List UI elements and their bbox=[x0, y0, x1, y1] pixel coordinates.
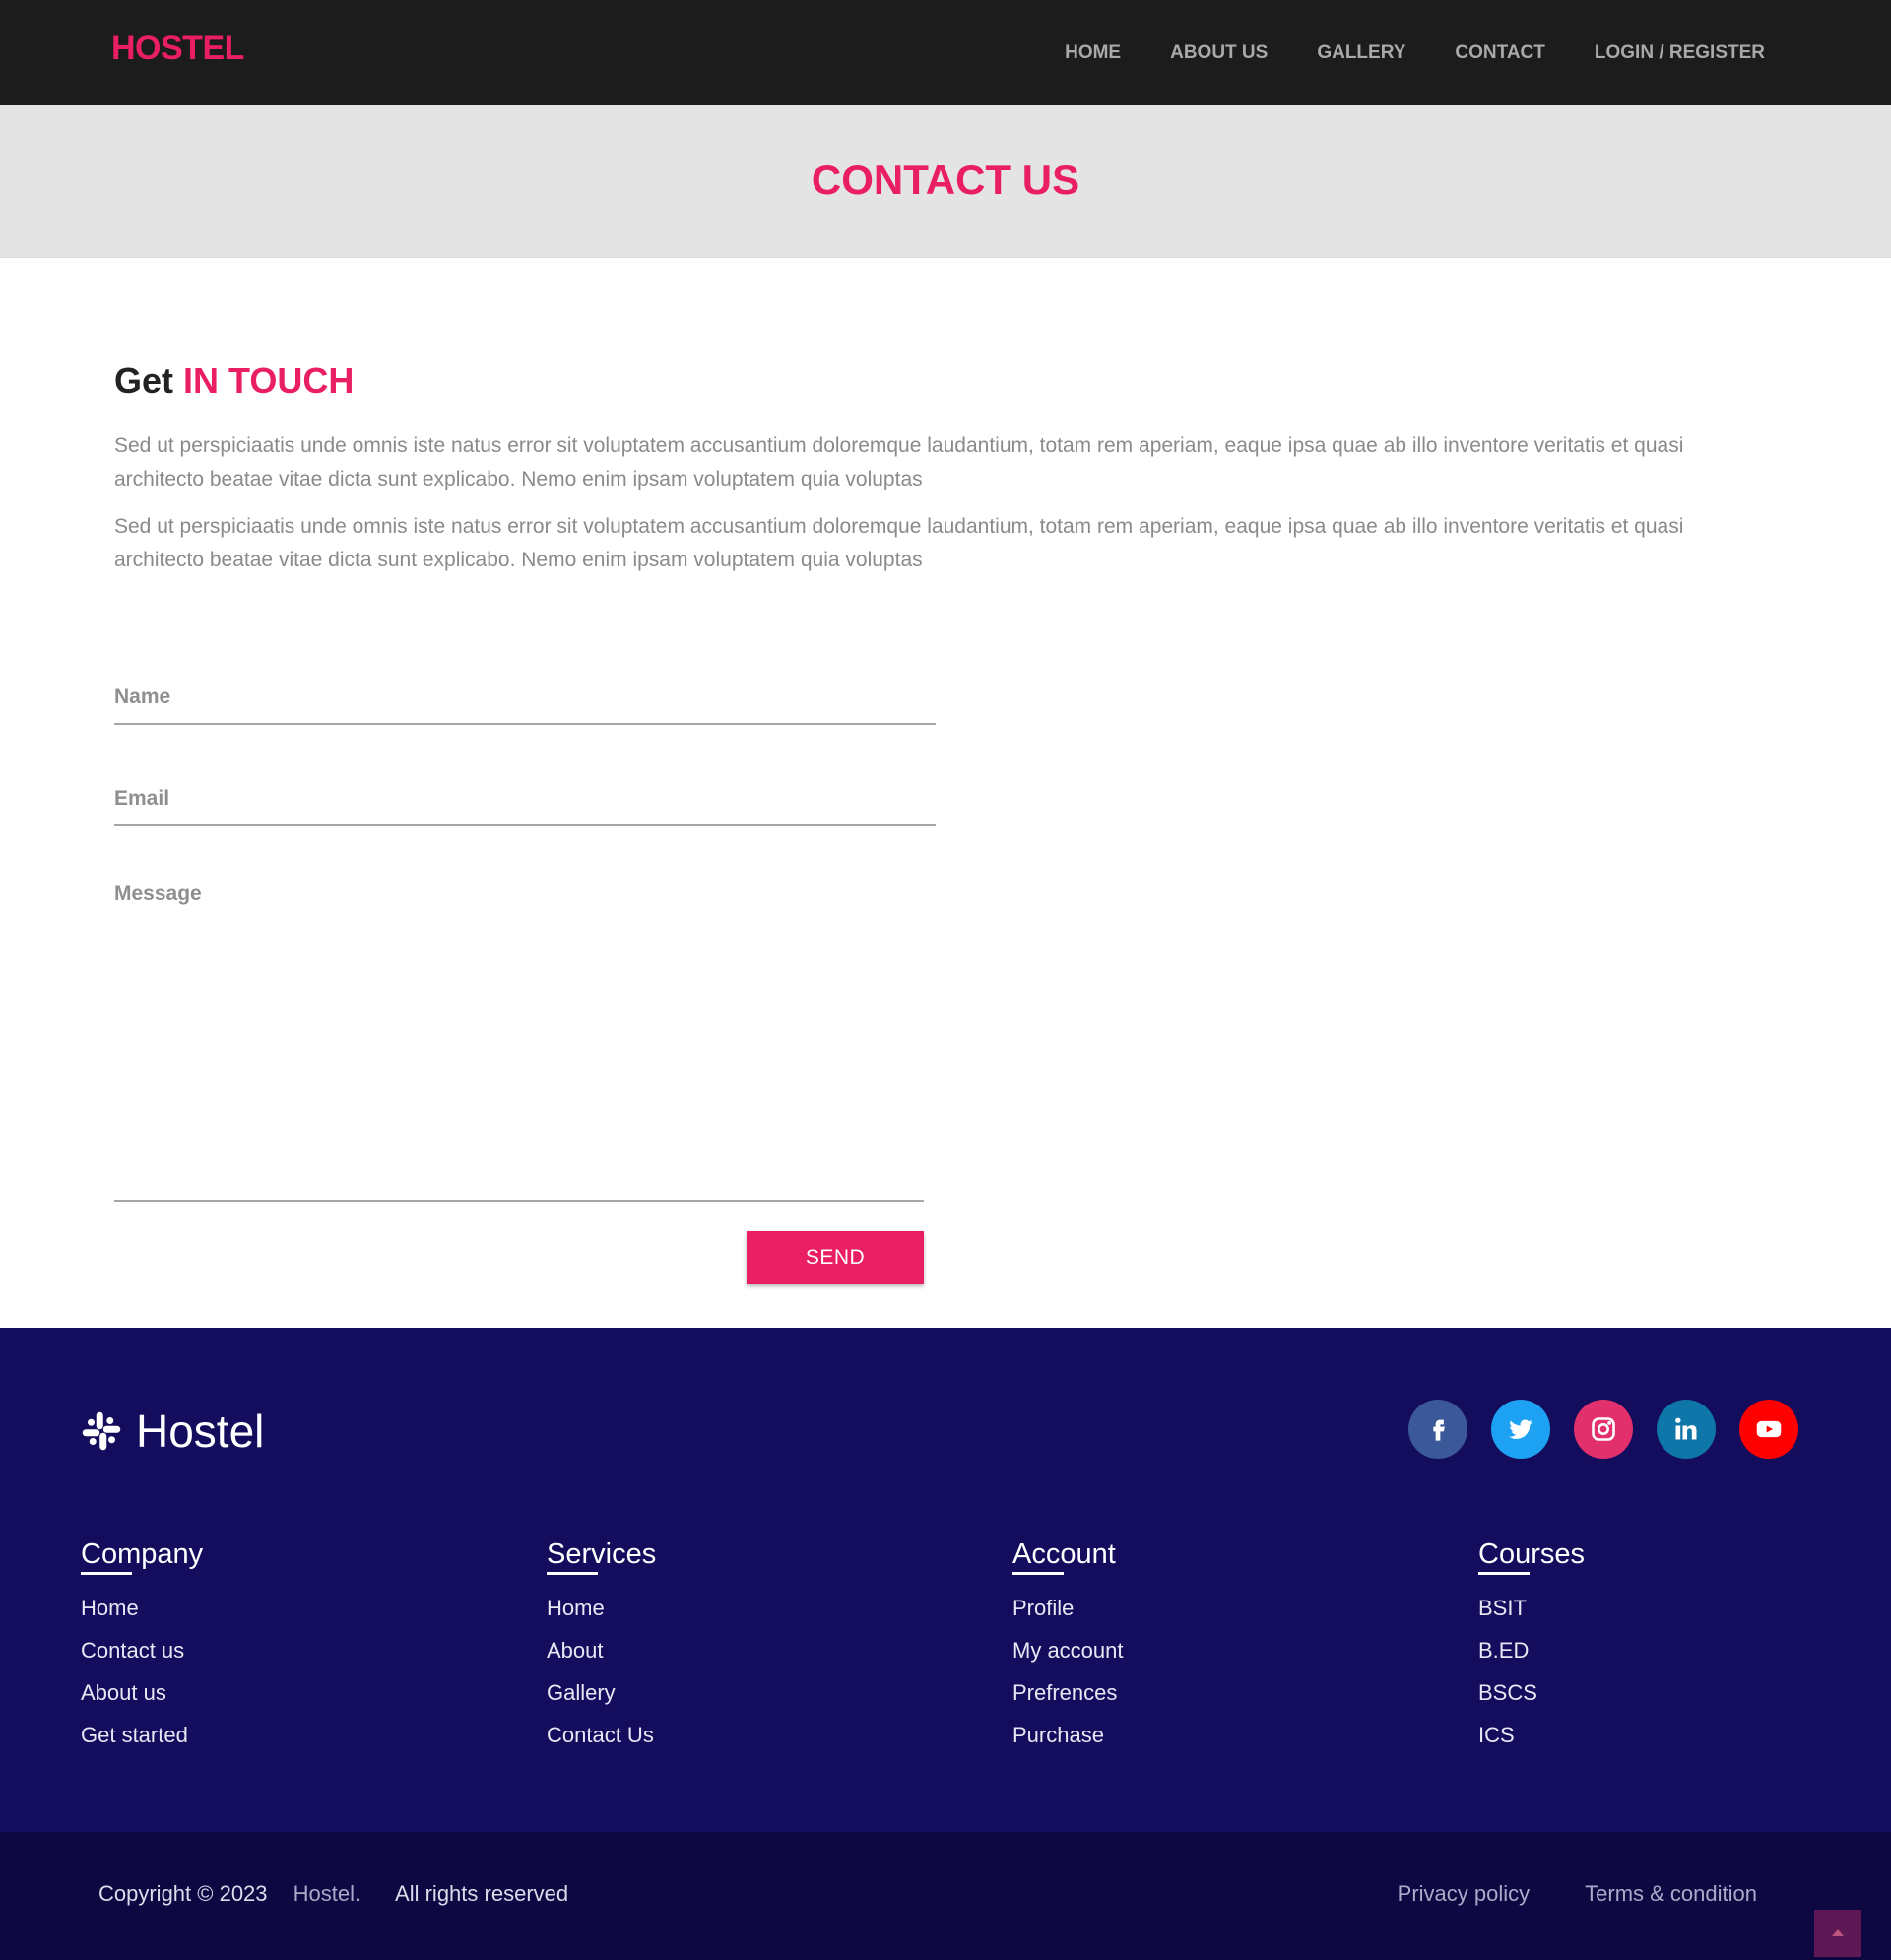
footer-column-title: Company bbox=[81, 1538, 203, 1575]
navbar: HOSTEL HOME ABOUT US GALLERY CONTACT LOG… bbox=[0, 0, 1891, 105]
nav-links: HOME ABOUT US GALLERY CONTACT LOGIN / RE… bbox=[1015, 0, 1765, 105]
footer-link[interactable]: BSCS bbox=[1478, 1671, 1872, 1714]
nav-link-home[interactable]: HOME bbox=[1065, 42, 1121, 64]
section-heading: Get IN TOUCH bbox=[114, 360, 354, 402]
footer-column-company: Company Home Contact us About us Get sta… bbox=[81, 1538, 475, 1756]
footer-link[interactable]: Profile bbox=[1012, 1587, 1406, 1629]
instagram-button[interactable] bbox=[1574, 1400, 1633, 1459]
privacy-policy-link[interactable]: Privacy policy bbox=[1398, 1881, 1530, 1907]
footer-link[interactable]: Purchase bbox=[1012, 1714, 1406, 1756]
message-field[interactable] bbox=[114, 869, 924, 1202]
footer-column-account: Account Profile My account Prefrences Pu… bbox=[1012, 1538, 1406, 1756]
footer-link[interactable]: About bbox=[547, 1629, 941, 1671]
copyright-text: Copyright © 2023 bbox=[98, 1881, 268, 1906]
footer-link[interactable]: B.ED bbox=[1478, 1629, 1872, 1671]
chevron-up-icon bbox=[1832, 1929, 1844, 1936]
footer-link[interactable]: Get started bbox=[81, 1714, 475, 1756]
footer-link[interactable]: ICS bbox=[1478, 1714, 1872, 1756]
copyright: Copyright © 2023 Hostel. All rights rese… bbox=[98, 1881, 568, 1907]
send-button[interactable]: SEND bbox=[747, 1231, 924, 1284]
rights-text: All rights reserved bbox=[395, 1881, 569, 1906]
twitter-button[interactable] bbox=[1491, 1400, 1550, 1459]
nav-link-login-register[interactable]: LOGIN / REGISTER bbox=[1595, 42, 1765, 64]
footer-column-title: Account bbox=[1012, 1538, 1116, 1575]
name-field[interactable] bbox=[114, 672, 936, 725]
youtube-icon bbox=[1756, 1420, 1782, 1438]
legal-links: Privacy policy Terms & condition bbox=[1342, 1881, 1757, 1907]
email-field[interactable] bbox=[114, 773, 936, 826]
bottom-bar: Copyright © 2023 Hostel. All rights rese… bbox=[0, 1832, 1891, 1960]
footer-link[interactable]: BSIT bbox=[1478, 1587, 1872, 1629]
copyright-brand[interactable]: Hostel. bbox=[293, 1881, 360, 1906]
linkedin-button[interactable] bbox=[1657, 1400, 1716, 1459]
facebook-icon bbox=[1433, 1419, 1445, 1441]
footer: Hostel Company Home Contact us About us … bbox=[0, 1328, 1891, 1832]
page-header: CONTACT US bbox=[0, 105, 1891, 258]
nav-link-gallery[interactable]: GALLERY bbox=[1317, 42, 1405, 64]
intro-paragraph: Sed ut perspiciaatis unde omnis iste nat… bbox=[114, 515, 1684, 571]
heading-accent: IN TOUCH bbox=[183, 360, 355, 401]
footer-link[interactable]: Home bbox=[81, 1587, 475, 1629]
footer-column-services: Services Home About Gallery Contact Us bbox=[547, 1538, 941, 1756]
youtube-button[interactable] bbox=[1739, 1400, 1798, 1459]
instagram-icon bbox=[1592, 1417, 1615, 1441]
footer-logo-text: Hostel bbox=[136, 1405, 265, 1457]
footer-logo[interactable]: Hostel bbox=[81, 1405, 264, 1458]
footer-link[interactable]: Contact Us bbox=[547, 1714, 941, 1756]
footer-link[interactable]: Prefrences bbox=[1012, 1671, 1406, 1714]
heading-plain: Get bbox=[114, 360, 174, 401]
footer-link[interactable]: My account bbox=[1012, 1629, 1406, 1671]
linkedin-icon bbox=[1675, 1417, 1697, 1440]
slack-icon bbox=[82, 1411, 121, 1451]
footer-link[interactable]: About us bbox=[81, 1671, 475, 1714]
footer-column-courses: Courses BSIT B.ED BSCS ICS bbox=[1478, 1538, 1872, 1756]
brand-logo[interactable]: HOSTEL bbox=[111, 30, 244, 68]
footer-link[interactable]: Contact us bbox=[81, 1629, 475, 1671]
footer-link[interactable]: Gallery bbox=[547, 1671, 941, 1714]
intro-paragraph: Sed ut perspiciaatis unde omnis iste nat… bbox=[114, 434, 1684, 490]
footer-link[interactable]: Home bbox=[547, 1587, 941, 1629]
social-links bbox=[1385, 1400, 1798, 1459]
terms-link[interactable]: Terms & condition bbox=[1585, 1881, 1757, 1907]
nav-link-about-us[interactable]: ABOUT US bbox=[1170, 42, 1268, 64]
facebook-button[interactable] bbox=[1408, 1400, 1467, 1459]
footer-column-title: Courses bbox=[1478, 1538, 1585, 1575]
twitter-icon bbox=[1509, 1419, 1532, 1439]
back-to-top-button[interactable] bbox=[1814, 1910, 1861, 1957]
footer-column-title: Services bbox=[547, 1538, 656, 1575]
page-title: CONTACT US bbox=[811, 157, 1080, 203]
nav-link-contact[interactable]: CONTACT bbox=[1455, 42, 1544, 64]
